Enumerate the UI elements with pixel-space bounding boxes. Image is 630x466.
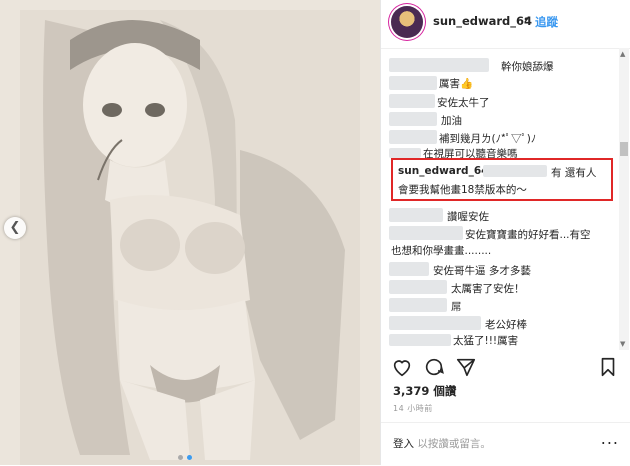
follow-button[interactable]: 追蹤: [535, 14, 558, 30]
login-link[interactable]: 登入: [393, 438, 414, 450]
scrollbar-thumb[interactable]: [620, 142, 628, 156]
header-separator: •: [523, 13, 530, 26]
highlighted-comment-line2: 會要我幫他畫18禁版本的～: [398, 184, 527, 196]
post-timestamp: 14 小時前: [393, 404, 433, 413]
comment-list: 幹你娘舔爆 厲害👍 安佐太牛了 加油 補到幾月ㄌ(ﾉ*ﾟ▽ﾟ)ﾉ 在視屏可以聽音…: [381, 48, 617, 350]
highlighted-comment: sun_edward_64 有 還有人 會要我幫他畫18禁版本的～: [391, 158, 613, 201]
carousel-indicator: [178, 445, 196, 464]
previous-image-button[interactable]: ❮: [4, 217, 26, 239]
share-icon[interactable]: [455, 356, 477, 378]
blurred-username: [389, 208, 443, 222]
heart-icon[interactable]: [391, 356, 413, 378]
comment-text: 太猛了!!!厲害: [453, 335, 519, 347]
blurred-username: [389, 280, 447, 294]
avatar[interactable]: [391, 6, 423, 38]
pencil-drawing-image: [0, 0, 380, 465]
post-header: sun_edward_64 • 追蹤: [381, 0, 630, 49]
post-sidebar: sun_edward_64 • 追蹤 幹你娘舔爆 厲害👍 安佐太牛了 加油 補到…: [380, 0, 630, 465]
scroll-up-icon[interactable]: ▲: [620, 50, 625, 58]
blurred-username: [389, 298, 447, 312]
comment-text: 安佐哥牛逼 多才多藝: [433, 265, 531, 277]
blurred-username: [389, 112, 437, 126]
comment-username[interactable]: sun_edward_64: [398, 165, 488, 177]
comment-text: 厲害👍: [439, 78, 474, 90]
more-options-icon[interactable]: ...: [601, 429, 619, 448]
comment-text: 幹你娘舔爆: [501, 61, 554, 73]
highlighted-comment-line1: 有 還有人: [551, 167, 597, 179]
post-image[interactable]: ❮: [0, 0, 380, 465]
comment-text: 安佐太牛了: [437, 97, 490, 109]
comments-scrollbar[interactable]: ▲ ▼: [619, 48, 629, 350]
blurred-username: [389, 334, 451, 346]
blurred-username: [389, 148, 421, 158]
action-bar: [381, 352, 630, 382]
comment-text: 補到幾月ㄌ(ﾉ*ﾟ▽ﾟ)ﾉ: [439, 133, 537, 145]
blurred-text: [483, 165, 547, 177]
comment-text: 安佐寶寶畫的好好看...有空: [465, 229, 591, 241]
comment-text: 太厲害了安佐！: [451, 283, 525, 295]
comment-icon[interactable]: [423, 356, 445, 378]
blurred-username: [389, 76, 437, 90]
login-prompt-text: 以按讚或留言。: [417, 438, 491, 450]
blurred-username: [389, 130, 437, 144]
username-link[interactable]: sun_edward_64: [433, 14, 532, 28]
carousel-dot: [178, 455, 183, 460]
blurred-username: [389, 316, 481, 330]
blurred-username: [389, 226, 463, 240]
comment-text-continued: 也想和你學畫畫........: [391, 245, 492, 257]
like-count[interactable]: 3,379 個讚: [393, 383, 456, 399]
bookmark-icon[interactable]: [597, 356, 619, 378]
login-prompt: 登入 以按讚或留言。: [393, 436, 491, 451]
login-bar: 登入 以按讚或留言。 ...: [381, 422, 630, 466]
carousel-dot-active: [187, 455, 192, 460]
blurred-username: [389, 58, 489, 72]
comment-text: 讚喔安佐: [447, 211, 489, 223]
comment-text: 老公好棒: [485, 319, 527, 331]
comment-text: 加油: [441, 115, 462, 127]
blurred-username: [389, 94, 435, 108]
comment-text: 屌: [451, 301, 462, 313]
blurred-username: [389, 262, 429, 276]
scroll-down-icon[interactable]: ▼: [620, 340, 625, 348]
